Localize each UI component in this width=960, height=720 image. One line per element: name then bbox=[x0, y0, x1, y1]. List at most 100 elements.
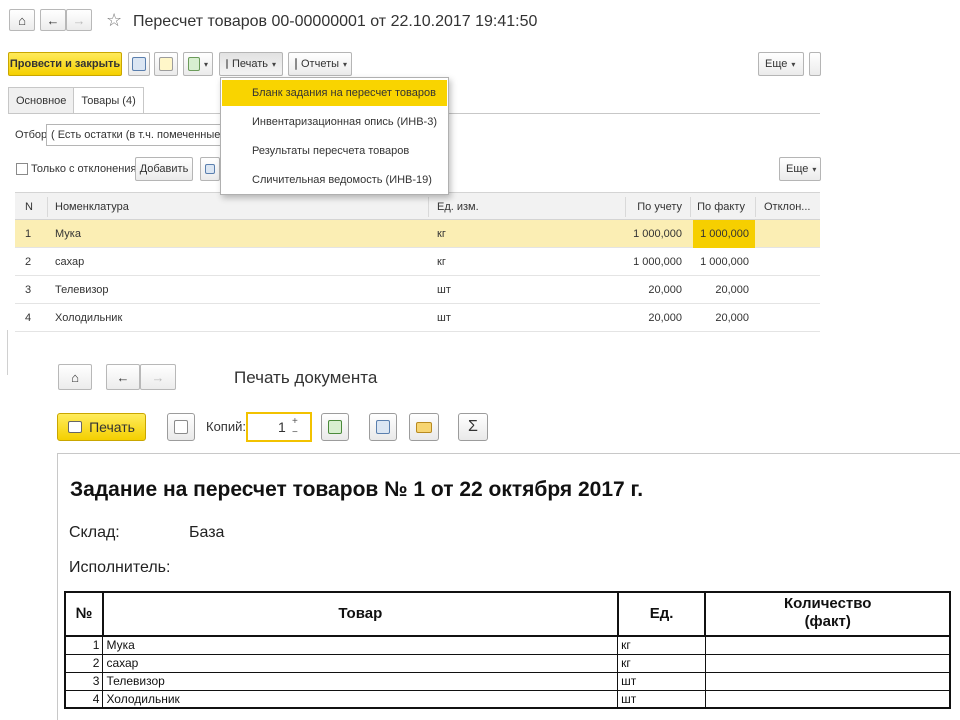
chevron-down-icon: ▾ bbox=[812, 164, 817, 174]
document-heading: Задание на пересчет товаров № 1 от 22 ок… bbox=[70, 478, 644, 501]
table-edit-icon bbox=[328, 420, 342, 434]
back-button[interactable]: ← bbox=[40, 9, 66, 31]
table-row[interactable]: 4 Холодильник шт 20,000 20,000 bbox=[15, 304, 820, 332]
row-item[interactable]: Холодильник bbox=[49, 304, 429, 332]
menu-item-inv19[interactable]: Сличительная ведомость (ИНВ-19) bbox=[222, 167, 447, 193]
row-unit[interactable]: шт bbox=[431, 304, 621, 332]
row-item[interactable]: Мука bbox=[49, 220, 429, 248]
document-form-window: ⌂ ← → ☆ Пересчет товаров 00-00000001 от … bbox=[0, 0, 960, 375]
create-based-icon bbox=[188, 57, 200, 71]
forward-button[interactable]: → bbox=[140, 364, 176, 390]
row-qty bbox=[704, 635, 951, 655]
executor-label: Исполнитель: bbox=[69, 559, 171, 576]
more-actions-label: Еще bbox=[765, 58, 788, 70]
post-button[interactable] bbox=[154, 52, 178, 76]
home-button[interactable]: ⌂ bbox=[9, 9, 35, 31]
more-actions-button[interactable]: Еще ▾ bbox=[758, 52, 804, 76]
row-item: Телевизор bbox=[102, 671, 619, 691]
row-qty bbox=[704, 671, 951, 691]
form-title: Пересчет товаров 00-00000001 от 22.10.20… bbox=[133, 13, 538, 30]
row-item[interactable]: Телевизор bbox=[49, 276, 429, 304]
column-header-book-qty[interactable]: По учету bbox=[626, 193, 688, 221]
row-unit: кг bbox=[617, 653, 706, 673]
home-icon: ⌂ bbox=[18, 12, 26, 28]
row-item[interactable]: сахар bbox=[49, 248, 429, 276]
menu-item-count-task-form[interactable]: Бланк задания на пересчет товаров bbox=[222, 80, 447, 106]
column-header-unit[interactable]: Ед. изм. bbox=[431, 193, 621, 221]
sum-button[interactable]: Σ bbox=[458, 413, 488, 441]
pick-button[interactable] bbox=[200, 157, 220, 181]
chevron-down-icon: ▾ bbox=[203, 59, 208, 69]
row-fact-qty[interactable]: 1 000,000 bbox=[693, 220, 755, 248]
magnifier-page-icon bbox=[174, 420, 188, 434]
save-file-button[interactable] bbox=[369, 413, 397, 441]
table-row[interactable]: 3 Телевизор шт 20,000 20,000 bbox=[15, 276, 820, 304]
reports-menu-label: Отчеты bbox=[301, 58, 340, 70]
table-row[interactable]: 1 Мука кг 1 000,000 1 000,000 bbox=[15, 220, 820, 248]
row-fact-qty[interactable]: 20,000 bbox=[693, 276, 755, 304]
only-deviations-checkbox[interactable] bbox=[16, 163, 28, 175]
forward-button[interactable]: → bbox=[66, 9, 92, 31]
row-unit: шт bbox=[617, 671, 706, 691]
row-unit[interactable]: кг bbox=[431, 248, 621, 276]
preview-title: Печать документа bbox=[234, 368, 378, 387]
help-button[interactable] bbox=[809, 52, 821, 76]
only-deviations-label: Только с отклонениями bbox=[31, 163, 151, 175]
row-number: 3 bbox=[25, 284, 32, 296]
more-table-actions-button[interactable]: Еще ▾ bbox=[779, 157, 821, 181]
row-number: 4 bbox=[25, 312, 32, 324]
column-header-deviation[interactable]: Отклон... bbox=[758, 193, 820, 221]
menu-item-count-results[interactable]: Результаты пересчета товаров bbox=[222, 138, 447, 164]
warehouse-value: База bbox=[189, 524, 225, 541]
row-book-qty: 1 000,000 bbox=[633, 256, 682, 268]
chevron-down-icon: ▾ bbox=[343, 59, 348, 69]
arrow-left-icon: ← bbox=[46, 12, 60, 28]
back-button[interactable]: ← bbox=[106, 364, 140, 390]
row-item: Холодильник bbox=[102, 689, 619, 709]
row-fact-qty[interactable]: 1 000,000 bbox=[693, 248, 755, 276]
column-header-num: № bbox=[64, 591, 104, 637]
row-unit[interactable]: шт bbox=[431, 276, 621, 304]
table-row: 4 Холодильник шт bbox=[64, 689, 951, 709]
form-tabs: Основное Товары (4) bbox=[8, 87, 144, 114]
print-menu-button[interactable]: Печать ▾ bbox=[219, 52, 283, 76]
floppy-disk-icon bbox=[376, 420, 390, 434]
arrow-right-icon: → bbox=[72, 12, 86, 28]
tab-main[interactable]: Основное bbox=[8, 87, 75, 113]
table-row[interactable]: 2 сахар кг 1 000,000 1 000,000 bbox=[15, 248, 820, 276]
row-number: 4 bbox=[64, 689, 104, 709]
row-number: 1 bbox=[25, 228, 32, 240]
reports-menu-button[interactable]: Отчеты ▾ bbox=[288, 52, 352, 76]
row-unit[interactable]: кг bbox=[431, 220, 621, 248]
edit-mode-button[interactable] bbox=[321, 413, 349, 441]
row-book-qty: 20,000 bbox=[648, 312, 682, 324]
filter-field[interactable]: ( Есть остатки (в т.ч. помеченные на уда bbox=[46, 124, 222, 146]
row-number: 1 bbox=[64, 635, 104, 655]
goods-table-header: N Номенклатура Ед. изм. По учету По факт… bbox=[15, 192, 820, 220]
home-icon: ⌂ bbox=[71, 369, 79, 385]
menu-item-inv3[interactable]: Инвентаризационная опись (ИНВ-3) bbox=[222, 109, 447, 135]
save-button[interactable] bbox=[128, 52, 150, 76]
column-header-item[interactable]: Номенклатура bbox=[49, 193, 439, 221]
post-and-close-button[interactable]: Провести и закрыть bbox=[8, 52, 122, 76]
copies-label: Копий: bbox=[206, 419, 246, 434]
print-menu-label: Печать bbox=[232, 58, 269, 70]
preview-zoom-button[interactable] bbox=[167, 413, 195, 441]
spin-stepper-icon[interactable]: + − bbox=[292, 416, 298, 438]
create-based-on-button[interactable]: ▾ bbox=[183, 52, 213, 76]
copies-input[interactable]: 1 + − bbox=[246, 412, 312, 442]
home-button[interactable]: ⌂ bbox=[58, 364, 92, 390]
form-left-border bbox=[7, 330, 8, 375]
add-row-button[interactable]: Добавить bbox=[135, 157, 193, 181]
send-email-button[interactable] bbox=[409, 413, 439, 441]
row-fact-qty[interactable]: 20,000 bbox=[693, 304, 755, 332]
arrow-right-icon: → bbox=[151, 369, 165, 385]
column-header-fact-qty[interactable]: По факту bbox=[691, 193, 751, 221]
row-item: сахар bbox=[102, 653, 619, 673]
tab-goods[interactable]: Товары (4) bbox=[73, 87, 144, 114]
row-book-qty: 20,000 bbox=[648, 284, 682, 296]
share-icon bbox=[205, 164, 215, 174]
column-header-n[interactable]: N bbox=[19, 193, 45, 221]
favorite-star-icon[interactable]: ☆ bbox=[106, 10, 122, 31]
print-button[interactable]: Печать bbox=[57, 413, 146, 441]
